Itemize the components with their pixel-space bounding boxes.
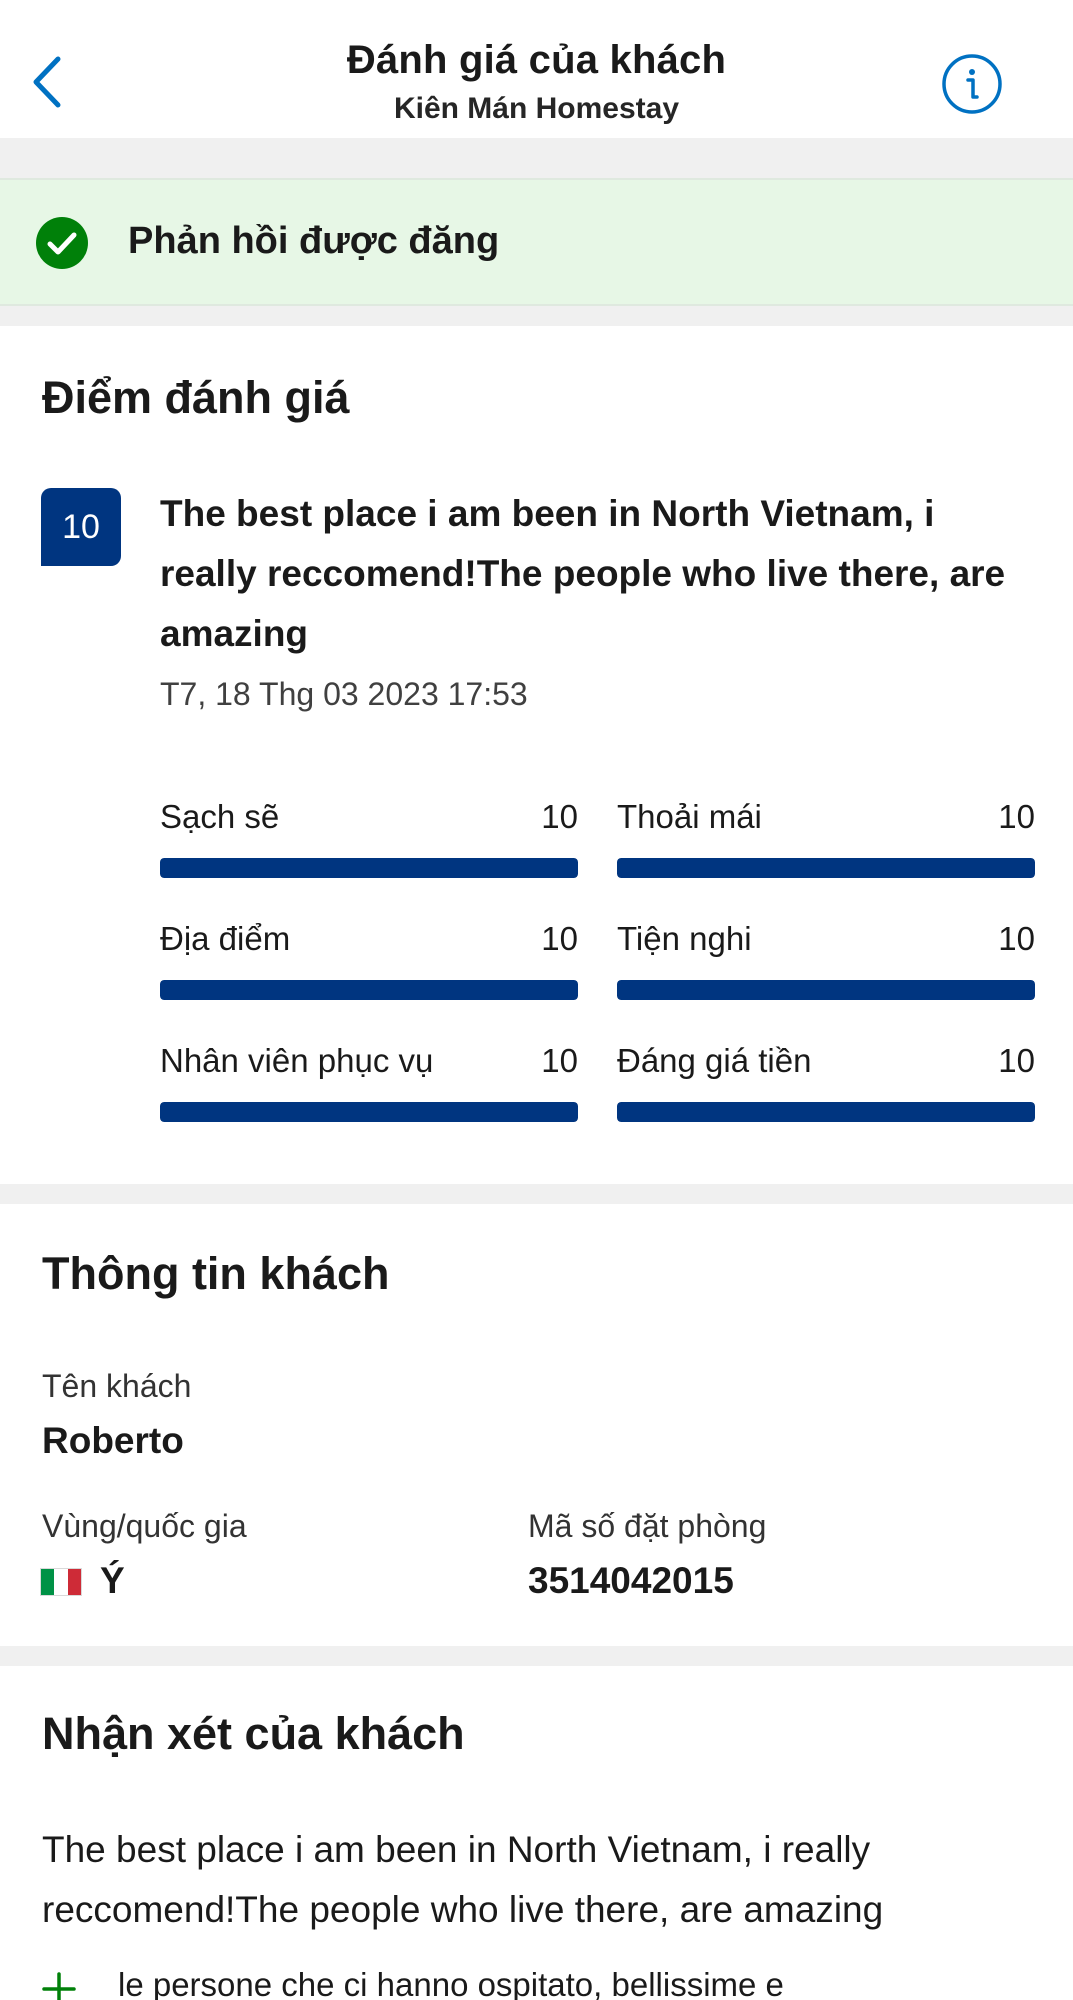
section-divider xyxy=(0,1646,1073,1666)
category-bar-fill xyxy=(160,858,578,878)
guest-info-title: Thông tin khách xyxy=(42,1248,390,1299)
category-label: Sạch sẽ xyxy=(160,798,280,835)
comments-title: Nhận xét của khách xyxy=(42,1708,465,1759)
category-cleanliness: Sạch sẽ 10 xyxy=(160,798,578,888)
category-bar-fill xyxy=(617,1102,1035,1122)
info-circle-icon xyxy=(942,54,1002,114)
category-bar xyxy=(160,1102,578,1122)
category-staff: Nhân viên phục vụ 10 xyxy=(160,1042,578,1132)
guest-comment-text: The best place i am been in North Vietna… xyxy=(42,1829,884,1930)
status-banner: Phản hồi được đăng xyxy=(0,178,1073,306)
category-bar xyxy=(617,858,1035,878)
category-label: Tiện nghi xyxy=(617,920,752,957)
section-divider xyxy=(0,306,1073,326)
review-date: T7, 18 Thg 03 2023 17:53 xyxy=(160,676,528,712)
score-badge: 10 xyxy=(41,488,121,566)
category-label: Đáng giá tiền xyxy=(617,1042,812,1079)
section-divider xyxy=(0,138,1073,178)
guest-name-label: Tên khách xyxy=(42,1368,192,1404)
app-header: Đánh giá của khách Kiên Mán Homestay xyxy=(0,0,1073,138)
category-value: 10 xyxy=(998,920,1035,957)
category-value: 10 xyxy=(541,798,578,835)
category-label: Địa điểm xyxy=(160,920,291,957)
check-circle-icon xyxy=(36,217,88,269)
italy-flag-icon xyxy=(40,1568,82,1596)
category-comfort: Thoải mái 10 xyxy=(617,798,1035,888)
category-value-for-money: Đáng giá tiền 10 xyxy=(617,1042,1035,1132)
positive-comment-text: le persone che ci hanno ospitato, bellis… xyxy=(118,1966,784,2000)
booking-number-label: Mã số đặt phòng xyxy=(528,1508,767,1544)
category-bar-fill xyxy=(617,858,1035,878)
section-divider xyxy=(0,1184,1073,1204)
property-name: Kiên Mán Homestay xyxy=(393,92,680,125)
category-bar xyxy=(160,858,578,878)
category-label: Nhân viên phục vụ xyxy=(160,1042,434,1079)
page-title: Đánh giá của khách xyxy=(346,38,727,82)
category-label: Thoải mái xyxy=(617,798,762,835)
category-bar xyxy=(617,1102,1035,1122)
review-title: The best place i am been in North Vietna… xyxy=(160,493,1006,654)
country-label: Vùng/quốc gia xyxy=(42,1508,247,1544)
category-value: 10 xyxy=(541,920,578,957)
status-text: Phản hồi được đăng xyxy=(128,220,500,262)
score-section-title: Điểm đánh giá xyxy=(42,372,350,423)
guest-country: Ý xyxy=(100,1560,125,1601)
plus-icon xyxy=(42,1972,76,2000)
category-bar xyxy=(160,980,578,1000)
category-value: 10 xyxy=(998,1042,1035,1079)
booking-number[interactable]: 3514042015 xyxy=(528,1560,734,1602)
info-button[interactable] xyxy=(940,52,1004,116)
category-bar-fill xyxy=(160,1102,578,1122)
category-bar-fill xyxy=(160,980,578,1000)
category-location: Địa điểm 10 xyxy=(160,920,578,1010)
category-value: 10 xyxy=(541,1042,578,1079)
category-value: 10 xyxy=(998,798,1035,835)
category-bar-fill xyxy=(617,980,1035,1000)
category-bar xyxy=(617,980,1035,1000)
category-facilities: Tiện nghi 10 xyxy=(617,920,1035,1010)
guest-name: Roberto xyxy=(42,1420,184,1461)
